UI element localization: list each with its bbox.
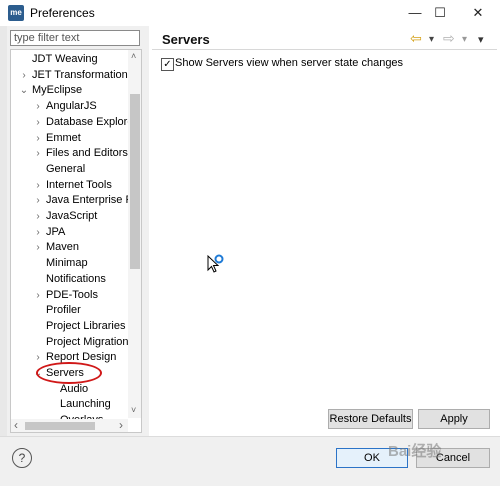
tree-item-javascript[interactable]: JavaScript	[46, 209, 97, 224]
background-window-strip	[0, 26, 7, 436]
show-servers-view-label: Show Servers view when server state chan…	[175, 57, 404, 69]
busy-cursor-icon	[207, 254, 224, 273]
tree-item-internet-tools[interactable]: Internet Tools	[46, 178, 112, 193]
tree-item-myeclipse[interactable]: MyEclipse	[32, 83, 82, 98]
show-servers-view-checkbox[interactable]: ✓	[161, 58, 174, 71]
back-arrow-icon[interactable]: ⇦	[410, 30, 422, 47]
tree-item-emmet[interactable]: Emmet	[46, 131, 81, 146]
tree-item-angularjs[interactable]: AngularJS	[46, 99, 97, 114]
tree-item-audio[interactable]: Audio	[60, 382, 88, 397]
tree-item-files-and-editors[interactable]: Files and Editors	[46, 146, 128, 161]
close-button[interactable]: ✕	[461, 0, 495, 26]
forward-arrow-icon[interactable]: ⇨	[443, 30, 455, 47]
tree-expand-chevron-icon[interactable]: ›	[33, 146, 43, 161]
view-menu-chevron-icon[interactable]: ▾	[478, 33, 484, 46]
filter-input[interactable]	[10, 30, 140, 46]
maximize-button[interactable]: ☐	[423, 0, 457, 26]
tree-item-jpa[interactable]: JPA	[46, 225, 65, 240]
apply-button[interactable]: Apply	[418, 409, 490, 429]
tree-expand-chevron-icon[interactable]: ›	[33, 99, 43, 114]
tree-expand-chevron-icon[interactable]: ›	[33, 225, 43, 240]
tree-expand-chevron-icon[interactable]: ›	[33, 131, 43, 146]
tree-expand-chevron-icon[interactable]: ›	[19, 68, 29, 83]
restore-defaults-button[interactable]: Restore Defaults	[328, 409, 413, 429]
tree-item-notifications[interactable]: Notifications	[46, 272, 106, 287]
app-icon: me	[8, 5, 24, 21]
footer-separator	[0, 436, 500, 437]
back-menu-chevron-icon[interactable]: ▾	[429, 34, 434, 45]
tree-horizontal-scroll-thumb[interactable]	[25, 422, 95, 430]
tree-item-launching[interactable]: Launching	[60, 397, 111, 412]
tree-expand-chevron-icon[interactable]: ›	[33, 115, 43, 130]
scroll-right-icon[interactable]: ›	[119, 418, 123, 432]
scroll-up-icon[interactable]: ˄	[131, 51, 136, 61]
tree-vertical-scroll-thumb[interactable]	[130, 94, 140, 269]
preference-page	[149, 26, 500, 436]
page-title: Servers	[162, 32, 210, 47]
tree-item-general[interactable]: General	[46, 162, 85, 177]
tree-expand-chevron-icon[interactable]: ›	[33, 240, 43, 255]
tree-expand-chevron-icon[interactable]: ›	[33, 350, 43, 365]
tree-item-project-migration[interactable]: Project Migration	[46, 335, 129, 350]
annotation-circle	[36, 362, 102, 384]
forward-menu-chevron-icon[interactable]: ▾	[462, 34, 467, 45]
tree-expand-chevron-icon[interactable]: ›	[33, 178, 43, 193]
scroll-down-icon[interactable]: ˅	[131, 405, 136, 415]
tree-item-maven[interactable]: Maven	[46, 240, 79, 255]
tree-expand-chevron-icon[interactable]: ⌄	[19, 83, 29, 98]
tree-item-jdt-weaving[interactable]: JDT Weaving	[32, 52, 98, 67]
title-separator	[152, 49, 497, 50]
watermark: Bai经验	[388, 443, 442, 460]
help-icon[interactable]: ?	[12, 448, 32, 468]
scroll-left-icon[interactable]: ‹	[14, 418, 18, 432]
tree-item-pde-tools[interactable]: PDE-Tools	[46, 288, 98, 303]
tree-item-jet-transformations[interactable]: JET Transformations	[32, 68, 133, 83]
tree-expand-chevron-icon[interactable]: ›	[33, 193, 43, 208]
window-title: Preferences	[30, 6, 95, 20]
tree-item-minimap[interactable]: Minimap	[46, 256, 88, 271]
tree-item-database-explorer[interactable]: Database Explorer	[46, 115, 137, 130]
tree-expand-chevron-icon[interactable]: ›	[33, 288, 43, 303]
tree-expand-chevron-icon[interactable]: ›	[33, 209, 43, 224]
tree-item-project-libraries[interactable]: Project Libraries	[46, 319, 125, 334]
tree-item-profiler[interactable]: Profiler	[46, 303, 81, 318]
